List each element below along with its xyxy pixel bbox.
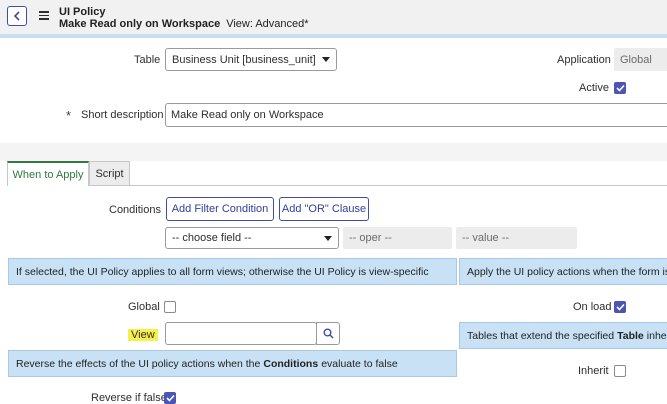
hamburger-menu-icon[interactable] bbox=[39, 9, 49, 21]
inherit-hint-pre: Tables that extend the specified bbox=[467, 329, 615, 342]
checkmark-icon bbox=[615, 303, 625, 311]
reverse-if-false-label: Reverse if false bbox=[91, 392, 167, 404]
view-label: View: Advanced* bbox=[226, 18, 309, 30]
reverse-hint-post: evaluate to false bbox=[321, 357, 398, 370]
application-value: Global bbox=[620, 53, 652, 66]
caret-down-icon bbox=[324, 235, 332, 241]
table-select-value: Business Unit [business_unit] bbox=[172, 53, 316, 66]
reverse-hint-bold: Conditions bbox=[263, 357, 319, 370]
short-description-label: Short description bbox=[81, 109, 164, 121]
short-description-input[interactable]: Make Read only on Workspace bbox=[165, 103, 667, 127]
add-or-clause-button[interactable]: Add "OR" Clause bbox=[279, 197, 369, 221]
condition-field-select[interactable]: -- choose field -- bbox=[165, 227, 339, 249]
onload-hint-text: Apply the UI policy actions when the for… bbox=[467, 265, 667, 278]
back-icon bbox=[13, 11, 20, 21]
required-marker: * bbox=[66, 108, 72, 123]
search-icon bbox=[323, 328, 334, 339]
tab-when-to-apply[interactable]: When to Apply bbox=[7, 161, 89, 186]
caret-down-icon bbox=[322, 57, 330, 62]
application-field: Global bbox=[614, 48, 667, 71]
active-checkbox[interactable] bbox=[614, 82, 626, 94]
view-input[interactable] bbox=[165, 322, 317, 345]
short-description-value: Make Read only on Workspace bbox=[171, 109, 324, 121]
condition-value-value: -- value -- bbox=[462, 232, 510, 244]
conditions-label: Conditions bbox=[109, 204, 161, 216]
application-label: Application bbox=[557, 54, 611, 66]
add-filter-condition-button[interactable]: Add Filter Condition bbox=[166, 197, 274, 221]
on-load-label: On load bbox=[573, 301, 612, 313]
reverse-hint-pre: Reverse the effects of the UI policy act… bbox=[16, 357, 261, 370]
condition-value-field: -- value -- bbox=[456, 227, 577, 249]
inherit-hint-bold: Table bbox=[617, 329, 644, 342]
tab-script-label: Script bbox=[95, 167, 124, 180]
inherit-label: Inherit bbox=[578, 365, 609, 377]
section-divider bbox=[0, 143, 667, 161]
view-label-field: View bbox=[128, 329, 158, 341]
tab-when-to-apply-label: When to Apply bbox=[12, 168, 84, 181]
page-title: UI Policy bbox=[59, 6, 106, 18]
global-checkbox[interactable] bbox=[164, 301, 176, 313]
on-load-checkbox[interactable] bbox=[614, 301, 626, 313]
inherit-hint: Tables that extend the specified Table inh… bbox=[459, 322, 667, 349]
reverse-if-false-checkbox[interactable] bbox=[164, 392, 176, 404]
condition-operator-value: -- oper -- bbox=[349, 232, 392, 244]
table-label: Table bbox=[134, 54, 161, 66]
onload-hint: Apply the UI policy actions when the for… bbox=[459, 258, 667, 285]
global-label: Global bbox=[128, 301, 160, 313]
global-hint-text: If selected, the UI Policy applies to al… bbox=[16, 265, 429, 278]
record-name-text: Make Read only on Workspace bbox=[59, 18, 221, 30]
checkmark-icon bbox=[615, 84, 625, 92]
table-select[interactable]: Business Unit [business_unit] bbox=[165, 48, 337, 71]
global-hint: If selected, the UI Policy applies to al… bbox=[8, 258, 457, 285]
view-lookup-button[interactable] bbox=[316, 322, 340, 345]
back-button[interactable] bbox=[7, 6, 27, 26]
reverse-hint: Reverse the effects of the UI policy act… bbox=[8, 350, 457, 377]
checkmark-icon bbox=[165, 394, 175, 402]
record-name: Make Read only on Workspace View: Advance… bbox=[59, 18, 309, 30]
inherit-checkbox[interactable] bbox=[614, 365, 626, 377]
tab-script[interactable]: Script bbox=[89, 161, 130, 186]
tab-bar-line bbox=[130, 185, 667, 186]
condition-field-value: -- choose field -- bbox=[172, 232, 252, 244]
inherit-hint-post: inherit t bbox=[646, 329, 667, 342]
condition-operator-select: -- oper -- bbox=[343, 227, 452, 249]
active-label: Active bbox=[579, 82, 609, 94]
